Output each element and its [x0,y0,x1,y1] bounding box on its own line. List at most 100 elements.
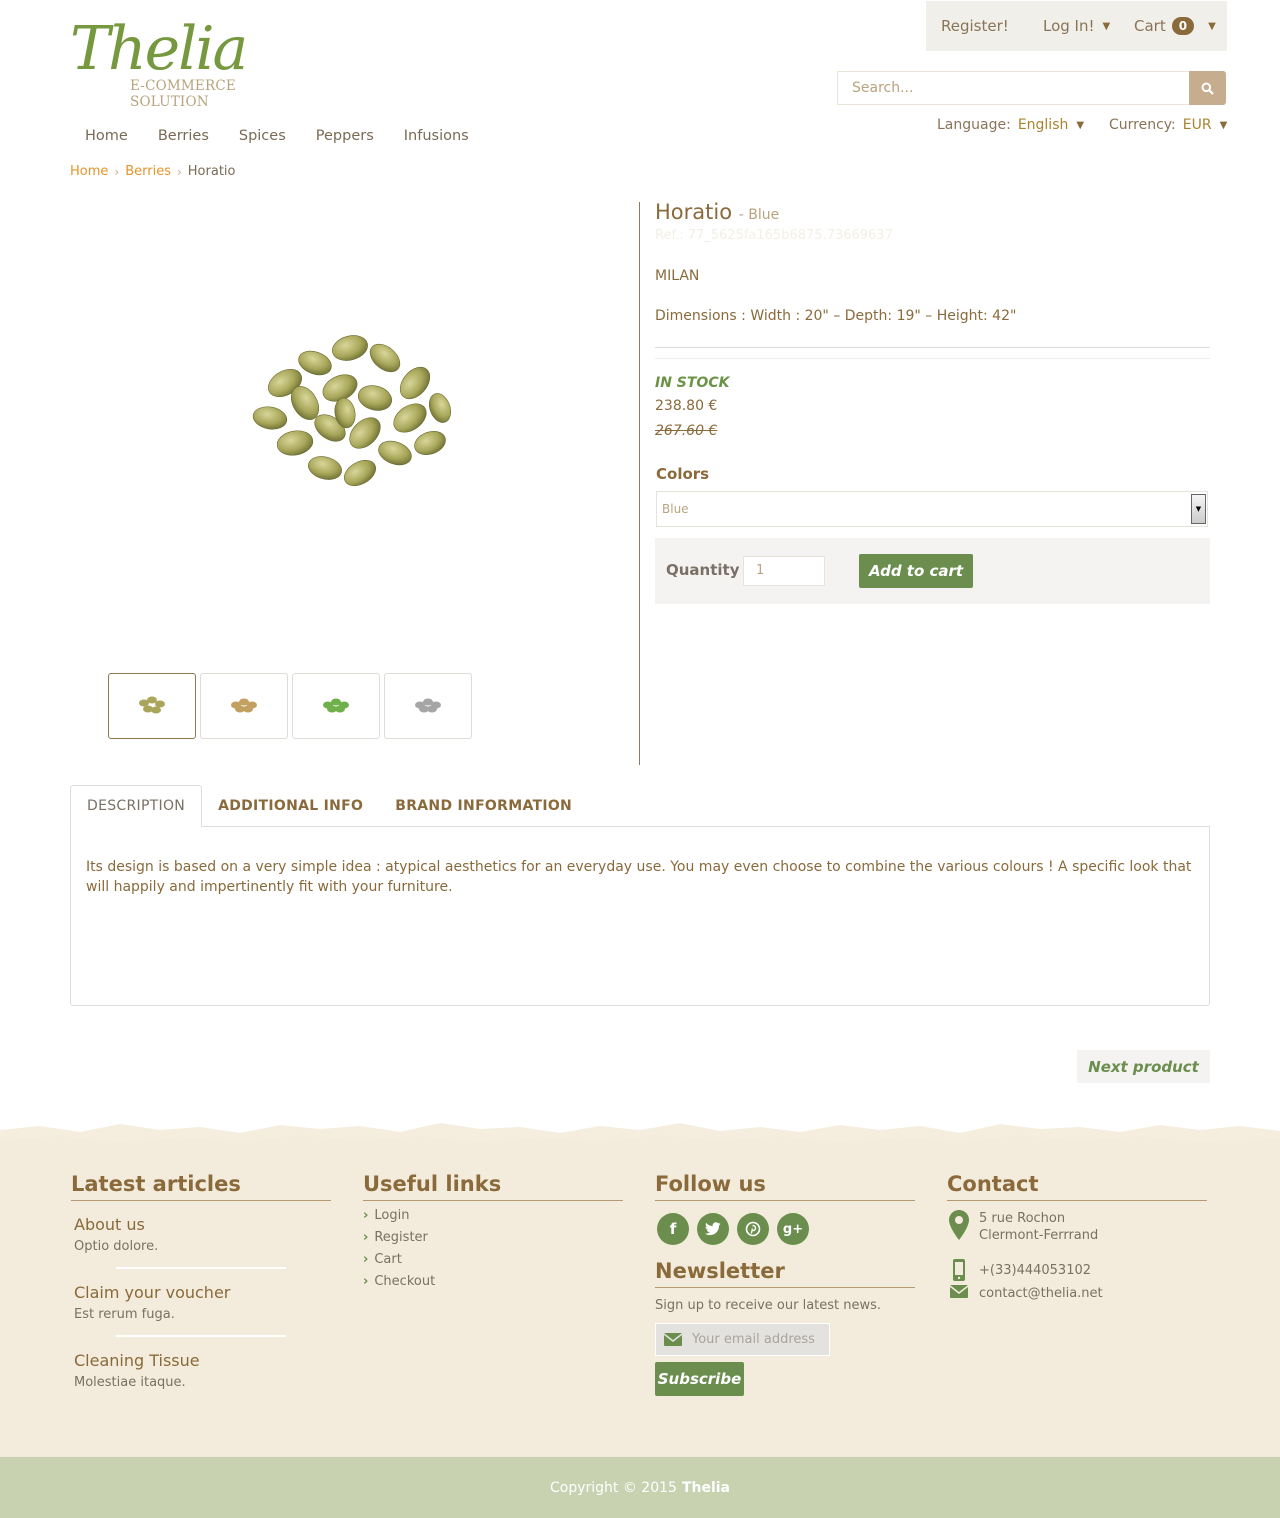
twitter-icon[interactable] [697,1213,729,1245]
product-name: Horatio [655,200,733,224]
footer-link-checkout[interactable]: › Checkout [363,1274,623,1289]
footer-link-login[interactable]: › Login [363,1208,623,1223]
link-label: Login [374,1208,410,1223]
logo-wordmark: Thelia [70,14,248,84]
contact-address: 5 rue Rochon Clermont-Ferrrand [947,1210,1207,1244]
breadcrumb-current: Horatio [187,164,236,179]
article-title[interactable]: Claim your voucher [74,1283,331,1302]
subscribe-button[interactable]: Subscribe [655,1362,744,1396]
email-placeholder: Your email address [692,1332,815,1347]
cart-dropdown[interactable]: Cart 0 ▼ [1134,17,1216,35]
thumbnail[interactable] [292,673,380,739]
color-select[interactable]: Blue ▼ [656,491,1208,527]
nav-item-spices[interactable]: Spices [224,128,301,144]
product-brand: MILAN [655,268,700,284]
map-marker-icon [947,1210,971,1240]
next-product-button[interactable]: Next product [1077,1050,1210,1083]
search-input[interactable] [837,71,1189,105]
add-to-cart-button[interactable]: Add to cart [859,554,973,588]
site-logo[interactable]: Thelia E-COMMERCE SOLUTION [70,14,310,110]
search-icon [1201,82,1214,95]
facebook-icon[interactable]: f [657,1213,689,1245]
quantity-input[interactable]: 1 [743,556,825,586]
mobile-phone-icon [947,1259,971,1281]
divider [655,347,1210,348]
footer-follow-newsletter: Follow us f g+ Newsletter Sign up to rec… [655,1172,915,1396]
language-label: Language: [937,117,1011,133]
nav-item-berries[interactable]: Berries [143,128,224,144]
tab-brand-information[interactable]: BRAND INFORMATION [379,785,588,827]
link-label: Cart [374,1252,402,1267]
nav-item-infusions[interactable]: Infusions [389,128,484,144]
product-main-image[interactable] [225,303,472,500]
color-selected-value: Blue [662,502,689,516]
thumbnail[interactable] [384,673,472,739]
chevron-right-icon: › [363,1274,369,1289]
dropdown-arrow-icon: ▼ [1191,494,1206,524]
currency-selector[interactable]: Currency: EUR ▼ [1109,117,1227,133]
newsletter-heading: Newsletter [655,1259,915,1288]
product-dimensions: Dimensions : Width : 20" – Depth: 19" – … [655,308,1017,324]
product-title: Horatio - Blue [655,200,779,224]
currency-label: Currency: [1109,117,1176,133]
address-line-1: 5 rue Rochon [979,1211,1066,1226]
quantity-label: Quantity [666,561,740,579]
caret-down-icon: ▼ [1219,119,1228,131]
product-variant: - Blue [738,207,780,223]
copyright-brand[interactable]: Thelia [682,1480,730,1496]
contact-heading: Contact [947,1172,1207,1201]
thumbnail-image [139,696,165,714]
footer-link-cart[interactable]: › Cart [363,1252,623,1267]
cart-count-badge: 0 [1171,17,1195,35]
login-dropdown[interactable]: Log In! ▼ [1043,17,1134,35]
thumbnail[interactable] [108,673,196,739]
breadcrumb-home[interactable]: Home [70,164,108,179]
product-reference: Ref.: 77_5625fa165b6875.73669637 [655,228,893,243]
add-to-cart-form: Quantity 1 Add to cart [655,538,1210,604]
column-divider [639,202,640,765]
envelope-icon [947,1285,971,1298]
article-desc: Est rerum fuga. [74,1307,175,1322]
breadcrumb-category[interactable]: Berries [125,164,171,179]
footer-useful-links: Useful links › Login › Register › Cart › Che… [363,1172,623,1289]
nav-item-peppers[interactable]: Peppers [301,128,389,144]
chevron-right-icon: › [363,1252,369,1267]
caret-down-icon: ▼ [1208,20,1216,32]
divider [116,1267,286,1269]
footer-link-register[interactable]: › Register [363,1230,623,1245]
article-title[interactable]: About us [74,1215,331,1234]
tab-description[interactable]: DESCRIPTION [70,785,203,827]
thumbnail-image [415,698,441,713]
article-title[interactable]: Cleaning Tissue [74,1351,331,1370]
chevron-right-icon: › [363,1230,369,1245]
copyright-bar: Copyright © 2015 Thelia [0,1457,1280,1518]
pinterest-icon[interactable] [737,1213,769,1245]
nav-item-home[interactable]: Home [70,128,143,144]
google-plus-icon[interactable]: g+ [777,1213,809,1245]
search-button[interactable] [1189,71,1226,105]
stock-status: IN STOCK [655,375,730,391]
thumbnail-image [323,698,349,713]
footer-torn-edge [0,1108,1280,1154]
newsletter-text: Sign up to receive our latest news. [655,1298,882,1313]
register-link[interactable]: Register! [941,17,1043,35]
follow-us-heading: Follow us [655,1172,915,1201]
envelope-icon [664,1333,682,1346]
product-old-price: 267.60 € [655,423,718,439]
footer-contact: Contact 5 rue Rochon Clermont-Ferrrand +… [947,1172,1207,1302]
thumbnail[interactable] [200,673,288,739]
language-selector[interactable]: Language: English ▼ [937,117,1084,133]
product-description: Its design is based on a very simple ide… [86,859,1192,895]
latest-articles-heading: Latest articles [71,1172,331,1201]
footer-latest-articles: Latest articles About us Optio dolore. C… [71,1172,331,1390]
product-price: 238.80 € [655,398,718,414]
useful-links-heading: Useful links [363,1172,623,1201]
language-value: English [1017,117,1069,133]
newsletter-email-input[interactable]: Your email address [655,1323,830,1356]
account-bar: Register! Log In! ▼ Cart 0 ▼ [926,1,1227,51]
cart-label: Cart [1134,17,1166,35]
product-tabs: DESCRIPTION ADDITIONAL INFO BRAND INFORM… [70,785,588,827]
caret-down-icon: ▼ [1076,119,1085,131]
email-link[interactable]: contact@thelia.net [979,1285,1103,1302]
tab-additional-info[interactable]: ADDITIONAL INFO [202,785,379,827]
